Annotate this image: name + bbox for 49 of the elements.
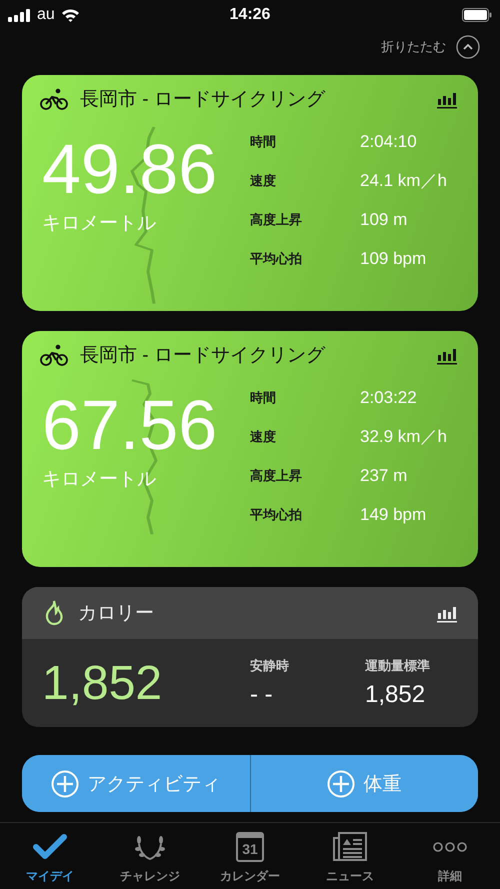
newspaper-icon [333, 832, 367, 862]
stat-label: 平均心拍 [250, 250, 303, 268]
activity-title: 長岡市 - ロードサイクリング [80, 344, 325, 368]
collapse-button[interactable]: 折りたたむ [381, 38, 446, 56]
stat-label: 速度 [250, 172, 277, 190]
distance-unit: キロメートル [42, 468, 157, 492]
stat-label: 速度 [250, 428, 277, 446]
stat-label: 時間 [250, 388, 277, 406]
stat-label: 時間 [250, 132, 277, 150]
stat-value: 2:04:10 [360, 130, 418, 152]
carrier-name: au [37, 6, 55, 24]
stat-value: 24.1 km／h [360, 170, 447, 192]
stat-label: 運動量標準 [365, 657, 430, 675]
stat-value: 2:03:22 [360, 386, 418, 408]
stat-value: - - [250, 681, 274, 709]
distance-value: 49.86 [42, 134, 218, 204]
tab-item[interactable]: 31 カレンダー [200, 823, 300, 889]
stat-value: 109 m [360, 208, 408, 230]
distance-unit: キロメートル [42, 212, 157, 236]
flame-icon [44, 600, 64, 626]
stat-label: 平均心拍 [250, 506, 303, 524]
tab-item[interactable]: ニュース [300, 823, 400, 889]
chevron-up-icon[interactable] [456, 34, 480, 58]
stat-label: 高度上昇 [250, 210, 303, 228]
stat-value: 109 bpm [360, 248, 428, 270]
wifi-icon [60, 8, 80, 22]
cyclist-icon [40, 344, 68, 366]
checkmark-icon [33, 833, 67, 861]
clock-time: 14:26 [228, 6, 272, 24]
tab-item[interactable]: 詳細 [400, 823, 500, 889]
distance-value: 67.56 [42, 390, 218, 460]
stat-value: 32.9 km／h [360, 426, 447, 448]
calendar-icon: 31 [236, 832, 264, 862]
stat-value: 149 bpm [360, 504, 428, 526]
cyclist-icon [40, 88, 68, 110]
stat-label: 安静時 [250, 657, 290, 675]
activity-title: 長岡市 - ロードサイクリング [80, 88, 325, 112]
plus-icon [51, 770, 80, 798]
tab-item[interactable]: チャレンジ [100, 823, 200, 889]
stat-value: 237 m [360, 464, 408, 486]
battery-icon [462, 8, 492, 22]
calories-total: 1,852 [42, 656, 164, 710]
signal-icon [8, 8, 32, 22]
stat-value: 1,852 [365, 681, 426, 709]
tab-item[interactable]: マイデイ [0, 823, 100, 889]
plus-icon [327, 770, 356, 798]
stat-label: 高度上昇 [250, 466, 303, 484]
more-icon [433, 841, 467, 853]
calories-title: カロリー [78, 602, 154, 626]
